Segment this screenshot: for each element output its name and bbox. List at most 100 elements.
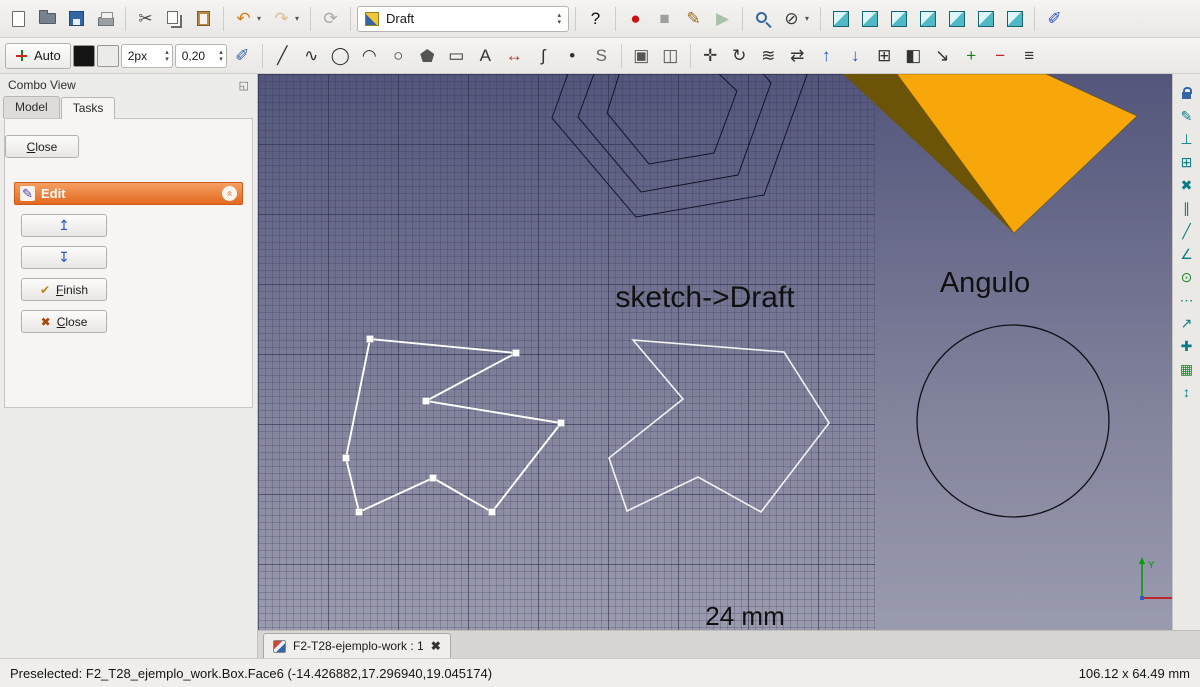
edit-close-button[interactable]: ✖ Close [21,310,107,333]
draft-move-icon[interactable]: ✛ [697,42,724,69]
snap-edge-icon[interactable]: ╱ [1176,221,1198,241]
delete-point-button[interactable]: ↧ [21,246,107,269]
add-point-button[interactable]: ↥ [21,214,107,237]
draft-stretch-icon[interactable]: ↘ [929,42,956,69]
wire-vertex-handle[interactable] [513,350,520,357]
snap-center-icon[interactable]: ⊙ [1176,267,1198,287]
view-left-icon[interactable] [1001,5,1028,32]
scene-label[interactable]: Angulo [940,267,1030,299]
font-scale-spinner-icon[interactable]: ▴▾ [219,49,223,63]
draft-point-icon[interactable]: • [559,42,586,69]
draft-downgrade-icon[interactable]: ↓ [842,42,869,69]
wire-vertex-handle[interactable] [489,509,496,516]
refresh-icon[interactable]: ⟳ [317,5,344,32]
document-tab[interactable]: F2-T28-ejemplo-work : 1 ✖ [263,633,451,658]
snap-angle-icon[interactable]: ∠ [1176,244,1198,264]
undo-icon[interactable]: ↶ [230,5,257,32]
draft-clone-icon[interactable]: ◫ [657,42,684,69]
face-color-swatch[interactable] [97,45,119,67]
draft-delete-point-icon[interactable]: − [987,42,1014,69]
open-icon[interactable] [34,5,61,32]
finish-button[interactable]: ✔ Finish [21,278,107,301]
snap-extension-icon[interactable]: ↗ [1176,313,1198,333]
redo-icon[interactable]: ↷ [268,5,295,32]
edit-task-header[interactable]: ✎ Edit » [14,182,243,205]
print-icon[interactable] [92,5,119,32]
font-scale-input[interactable]: 0,20 ▴▾ [175,44,227,68]
snap-grid-icon[interactable]: ⊞ [1176,152,1198,172]
whats-this-icon[interactable]: ? [582,5,609,32]
macro-play-icon[interactable]: ▶ [709,5,736,32]
draft-ellipse-icon[interactable]: ○ [385,42,412,69]
wire-vertex-handle[interactable] [356,509,363,516]
cut-icon[interactable]: ✂ [132,5,159,32]
snap-dimensions-icon[interactable]: ↕ [1176,382,1198,402]
draw-style-dropdown-arrow[interactable]: ▾ [805,14,814,23]
copy-icon[interactable] [161,5,188,32]
save-icon[interactable] [63,5,90,32]
float-panel-icon[interactable]: ◱ [239,79,249,92]
draft-offset-icon[interactable]: ≋ [755,42,782,69]
wire-vertex-handle[interactable] [423,398,430,405]
macro-edit-icon[interactable]: ✎ [680,5,707,32]
selected-wire[interactable] [346,339,561,512]
draft-rotate-icon[interactable]: ↻ [726,42,753,69]
draft-bspline-icon[interactable]: ʃ [530,42,557,69]
draft-polyline-icon[interactable]: ∿ [298,42,325,69]
macro-record-icon[interactable]: ● [622,5,649,32]
new-file-icon[interactable] [5,5,32,32]
scene-label[interactable]: 24 mm [705,601,784,630]
draft-upgrade-icon[interactable]: ↑ [813,42,840,69]
draft-arc-icon[interactable]: ◠ [356,42,383,69]
macro-stop-icon[interactable]: ■ [651,5,678,32]
draft-layers-icon[interactable]: ≡ [1016,42,1043,69]
hexagon-outline[interactable] [578,74,771,192]
apply-style-icon[interactable]: ✐ [229,42,256,69]
combo-spinner-icon[interactable]: ▴▾ [557,12,561,26]
snap-perpendicular-icon[interactable]: ⊥ [1176,129,1198,149]
line-color-swatch[interactable] [73,45,95,67]
tab-model[interactable]: Model [3,96,60,118]
wire-vertex-handle[interactable] [558,420,565,427]
draft-rectangle-icon[interactable]: ▭ [443,42,470,69]
draft-circle-icon[interactable]: ◯ [327,42,354,69]
draft-circle-shape[interactable] [917,325,1109,517]
line-width-spinner-icon[interactable]: ▴▾ [165,49,169,63]
undo-dropdown-arrow[interactable]: ▾ [257,14,266,23]
view-right-icon[interactable] [914,5,941,32]
wire-vertex-handle[interactable] [367,336,374,343]
snap-near-icon[interactable]: ✚ [1176,336,1198,356]
snap-endpoint-icon[interactable]: ✎ [1176,106,1198,126]
collapse-section-icon[interactable]: » [222,186,237,201]
draft-array-icon[interactable]: ⊞ [871,42,898,69]
draft-facebinder-icon[interactable]: ▣ [628,42,655,69]
hexagon-outline[interactable] [607,74,737,164]
snap-workingplane-icon[interactable]: ▦ [1176,359,1198,379]
view-top-icon[interactable] [885,5,912,32]
draft-dimension-icon[interactable]: ↔ [501,42,528,69]
draft-wire[interactable] [609,340,829,512]
tab-tasks[interactable]: Tasks [61,97,116,119]
workbench-selector[interactable]: Draft ▴▾ [357,6,569,32]
wire-vertex-handle[interactable] [430,475,437,482]
view-rear-icon[interactable] [943,5,970,32]
paste-icon[interactable] [190,5,217,32]
draft-line-icon[interactable]: ╱ [269,42,296,69]
draw-style-icon[interactable]: ⊘ [778,5,805,32]
measure-icon[interactable]: ✐ [1041,5,1068,32]
redo-dropdown-arrow[interactable]: ▾ [295,14,304,23]
snap-ortho-icon[interactable]: ⋯ [1176,290,1198,310]
draft-add-point-icon[interactable]: + [958,42,985,69]
draft-polygon-icon[interactable] [414,42,441,69]
3d-scene[interactable]: sketch->DraftAngulo24 mmYX [258,74,1172,630]
toggle-snap-lock-icon[interactable] [1176,83,1198,103]
scene-label[interactable]: sketch->Draft [615,281,795,314]
view-axonometric-icon[interactable] [827,5,854,32]
3d-viewport[interactable]: sketch->DraftAngulo24 mmYX [258,74,1172,630]
working-plane-auto-button[interactable]: Auto [5,43,71,69]
tab-close-icon[interactable]: ✖ [431,639,441,653]
draft-shapestring-icon[interactable]: S [588,42,615,69]
zoom-box-icon[interactable] [749,5,776,32]
wire-vertex-handle[interactable] [343,455,350,462]
view-front-icon[interactable] [856,5,883,32]
